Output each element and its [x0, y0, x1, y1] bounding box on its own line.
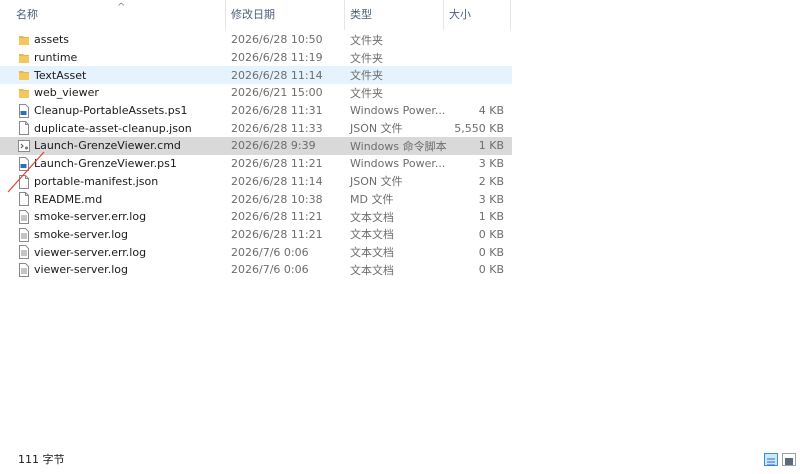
file-date: 2026/6/21 15:00 [231, 86, 323, 100]
file-type: 文件夹 [350, 69, 383, 83]
text-file-icon [18, 209, 30, 224]
file-icon [18, 121, 30, 136]
file-row[interactable]: smoke-server.err.log 2026/6/28 11:21 文本文档 1… [0, 208, 512, 226]
file-date: 2026/6/28 10:50 [231, 33, 323, 47]
large-icons-view-button[interactable] [782, 453, 796, 466]
annotation-arrow-icon [7, 151, 45, 193]
file-date: 2026/6/28 11:31 [231, 104, 323, 118]
file-name: Cleanup-PortableAssets.ps1 [34, 104, 188, 118]
column-name[interactable]: 名称 ^ [0, 0, 226, 30]
file-date: 2026/6/28 11:14 [231, 68, 323, 82]
column-date-label: 修改日期 [231, 8, 275, 21]
file-row[interactable]: Launch-GrenzeViewer.cmd 2026/6/28 9:39 Win… [0, 137, 512, 155]
file-row[interactable]: Launch-GrenzeViewer.ps1 2026/6/28 11:21 Wi… [0, 155, 512, 173]
file-type: JSON 文件 [350, 122, 403, 136]
file-size: 0 KB [478, 263, 504, 277]
file-name: duplicate-asset-cleanup.json [34, 121, 192, 135]
column-date[interactable]: 修改日期 [226, 0, 345, 30]
file-row[interactable]: README.md 2026/6/28 10:38 MD 文件 3 KB [0, 190, 512, 208]
powershell-script-icon [18, 103, 30, 118]
file-name: Launch-GrenzeViewer.ps1 [34, 157, 177, 171]
file-name: README.md [34, 192, 103, 206]
column-type[interactable]: 类型 [345, 0, 444, 30]
file-date: 2026/6/28 10:38 [231, 192, 323, 206]
text-file-icon [18, 227, 30, 242]
file-type: 文件夹 [350, 86, 383, 100]
file-name: viewer-server.err.log [34, 245, 147, 259]
file-size: 2 KB [478, 174, 504, 188]
details-view-button[interactable] [764, 453, 778, 466]
details-view-icon [767, 458, 775, 466]
column-name-label: 名称 [16, 8, 38, 21]
file-row[interactable]: duplicate-asset-cleanup.json 2026/6/28 11… [0, 119, 512, 137]
file-size: 1 KB [478, 139, 504, 153]
file-type: 文本文档 [350, 210, 394, 224]
folder-icon [18, 68, 30, 82]
file-size: 1 KB [478, 210, 504, 224]
file-type: 文件夹 [350, 33, 383, 47]
file-row[interactable]: TextAsset 2026/6/28 11:14 文件夹 [0, 66, 512, 85]
file-icon [18, 192, 30, 207]
file-row[interactable]: Cleanup-PortableAssets.ps1 2026/6/28 11:3… [0, 102, 512, 120]
file-list: assets 2026/6/28 10:50 文件夹 runtime 2026/6/28… [0, 31, 512, 279]
file-size: 5,550 KB [454, 121, 504, 135]
file-type: JSON 文件 [350, 175, 403, 189]
file-row[interactable]: runtime 2026/6/28 11:19 文件夹 [0, 49, 512, 67]
file-date: 2026/6/28 11:33 [231, 121, 323, 135]
file-type: 文本文档 [350, 263, 394, 277]
file-name: assets [34, 33, 70, 47]
file-size: 3 KB [478, 192, 504, 206]
file-type: 文件夹 [350, 51, 383, 65]
file-date: 2026/6/28 11:14 [231, 174, 323, 188]
column-header: 名称 ^ 修改日期 类型 大小 [0, 0, 512, 30]
text-file-icon [18, 245, 30, 260]
file-type: MD 文件 [350, 193, 394, 207]
column-size-label: 大小 [449, 8, 471, 21]
file-name: TextAsset [34, 68, 87, 82]
file-type: Windows 命令脚本 [350, 139, 447, 153]
file-size: 4 KB [478, 104, 504, 118]
folder-icon [18, 86, 30, 100]
folder-icon [18, 33, 30, 47]
file-row[interactable]: web_viewer 2026/6/21 15:00 文件夹 [0, 84, 512, 102]
file-row[interactable]: assets 2026/6/28 10:50 文件夹 [0, 31, 512, 49]
file-size: 0 KB [478, 227, 504, 241]
file-date: 2026/6/28 11:19 [231, 51, 323, 65]
file-size: 0 KB [478, 245, 504, 259]
column-size[interactable]: 大小 [444, 0, 511, 30]
file-row[interactable]: viewer-server.log 2026/7/6 0:06 文本文档 0 KB [0, 261, 512, 279]
file-date: 2026/6/28 11:21 [231, 210, 323, 224]
file-size: 3 KB [478, 157, 504, 171]
file-date: 2026/7/6 0:06 [231, 263, 309, 277]
large-icons-view-icon [785, 458, 793, 465]
file-date: 2026/6/28 11:21 [231, 227, 323, 241]
status-text: 111 字节 [18, 453, 65, 466]
folder-icon [18, 51, 30, 65]
file-name: Launch-GrenzeViewer.cmd [34, 139, 181, 153]
file-row[interactable]: smoke-server.log 2026/6/28 11:21 文本文档 0 KB [0, 226, 512, 244]
file-date: 2026/7/6 0:06 [231, 245, 309, 259]
text-file-icon [18, 262, 30, 277]
column-type-label: 类型 [350, 8, 372, 21]
file-type: 文本文档 [350, 246, 394, 260]
file-type: 文本文档 [350, 228, 394, 242]
file-date: 2026/6/28 11:21 [231, 157, 323, 171]
file-name: runtime [34, 51, 78, 65]
file-row[interactable]: viewer-server.err.log 2026/7/6 0:06 文本文档 0 … [0, 243, 512, 261]
file-type: Windows Power... [350, 104, 446, 118]
file-name: smoke-server.log [34, 227, 128, 241]
file-date: 2026/6/28 9:39 [231, 139, 316, 153]
file-name: portable-manifest.json [34, 174, 159, 188]
file-name: smoke-server.err.log [34, 210, 147, 224]
file-type: Windows Power... [350, 157, 446, 171]
status-bar: 111 字节 [0, 450, 800, 470]
sort-ascending-icon: ^ [117, 2, 126, 13]
file-row[interactable]: portable-manifest.json 2026/6/28 11:14 JSO… [0, 173, 512, 191]
file-name: viewer-server.log [34, 263, 128, 277]
file-name: web_viewer [34, 86, 99, 100]
